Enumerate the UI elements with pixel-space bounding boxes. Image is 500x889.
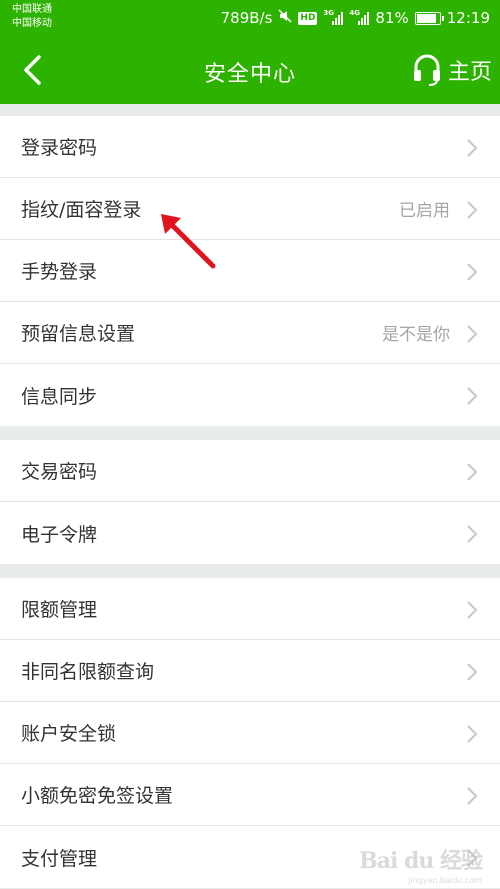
- list-item-label: 登录密码: [21, 137, 98, 159]
- list-item-label: 小额免密免签设置: [21, 785, 174, 807]
- list-item-info-sync[interactable]: 信息同步: [0, 364, 500, 426]
- list-item-label: 交易密码: [21, 461, 98, 483]
- baidu-watermark: Bai du 经验 jingyan.baidu.com: [359, 843, 483, 885]
- chevron-right-icon: [467, 387, 478, 405]
- watermark-url: jingyan.baidu.com: [408, 876, 482, 885]
- list-item-label: 非同名限额查询: [21, 661, 155, 683]
- list-item-label: 限额管理: [21, 599, 98, 621]
- settings-group-transaction: 交易密码 电子令牌: [0, 440, 500, 564]
- status-indicators: 789B/s HD 3G 4G 81% 12:19: [221, 7, 490, 29]
- chevron-right-icon: [467, 525, 478, 543]
- list-item-reserved-info[interactable]: 预留信息设置 是不是你: [0, 302, 500, 364]
- list-item-label: 预留信息设置: [21, 323, 136, 345]
- list-item-transaction-password[interactable]: 交易密码: [0, 440, 500, 502]
- list-item-status: 已启用: [399, 201, 450, 221]
- clock: 12:19: [446, 9, 490, 27]
- hd-icon: HD: [298, 11, 318, 25]
- chevron-right-icon: [467, 601, 478, 619]
- signal-icon-1: 3G: [323, 9, 344, 25]
- carrier-1: 中国联通: [12, 4, 52, 15]
- list-item-login-password[interactable]: 登录密码: [0, 116, 500, 178]
- carrier-2: 中国移动: [12, 18, 52, 29]
- watermark-text: Bai du 经验: [359, 848, 483, 874]
- chevron-right-icon: [467, 725, 478, 743]
- list-item-limit-management[interactable]: 限额管理: [0, 578, 500, 640]
- carrier-info: 中国联通 中国移动: [12, 3, 52, 31]
- chevron-right-icon: [467, 663, 478, 681]
- list-item-label: 指纹/面容登录: [21, 199, 142, 221]
- chevron-right-icon: [467, 139, 478, 157]
- chevron-right-icon: [467, 263, 478, 281]
- chevron-right-icon: [467, 325, 478, 343]
- red-arrow-annotation: [161, 214, 216, 269]
- list-item-label: 电子令牌: [21, 523, 98, 546]
- signal-icon-2: 4G: [349, 9, 370, 25]
- list-item-small-payment[interactable]: 小额免密免签设置: [0, 764, 500, 826]
- chevron-right-icon: [467, 787, 478, 805]
- list-item-e-token[interactable]: 电子令牌: [0, 502, 500, 564]
- mute-icon: [278, 9, 292, 27]
- network-speed: 789B/s: [220, 9, 273, 27]
- list-item-gesture-login[interactable]: 手势登录: [0, 240, 500, 302]
- settings-group-limits: 限额管理 非同名限额查询 账户安全锁 小额免密免签设置 支付管理: [0, 578, 500, 888]
- list-item-account-lock[interactable]: 账户安全锁: [0, 702, 500, 764]
- list-item-label: 手势登录: [21, 261, 98, 283]
- section-divider: [0, 426, 500, 440]
- list-item-biometric-login[interactable]: 指纹/面容登录 已启用: [0, 178, 500, 240]
- list-item-label: 账户安全锁: [21, 723, 117, 745]
- list-item-limit-query[interactable]: 非同名限额查询: [0, 640, 500, 702]
- status-bar: 中国联通 中国移动 789B/s HD 3G 4G 81% 12:19: [0, 0, 500, 36]
- list-item-value: 是不是你: [382, 325, 450, 345]
- battery-percent: 81%: [375, 9, 409, 27]
- settings-group-login: 登录密码 指纹/面容登录 已启用 手势登录 预留信息设置 是不是你 信息同步: [0, 116, 500, 426]
- nav-bar: 安全中心 主页: [0, 36, 500, 104]
- list-item-label: 支付管理: [21, 847, 98, 870]
- home-button[interactable]: 主页: [412, 50, 492, 90]
- section-divider: [0, 564, 500, 578]
- settings-list: 登录密码 指纹/面容登录 已启用 手势登录 预留信息设置 是不是你 信息同步 交…: [0, 116, 500, 888]
- list-item-label: 信息同步: [21, 385, 98, 408]
- battery-icon: [414, 11, 444, 25]
- home-label: 主页: [447, 60, 492, 85]
- chevron-right-icon: [467, 201, 478, 219]
- chevron-right-icon: [467, 463, 478, 481]
- headset-icon: [413, 54, 440, 86]
